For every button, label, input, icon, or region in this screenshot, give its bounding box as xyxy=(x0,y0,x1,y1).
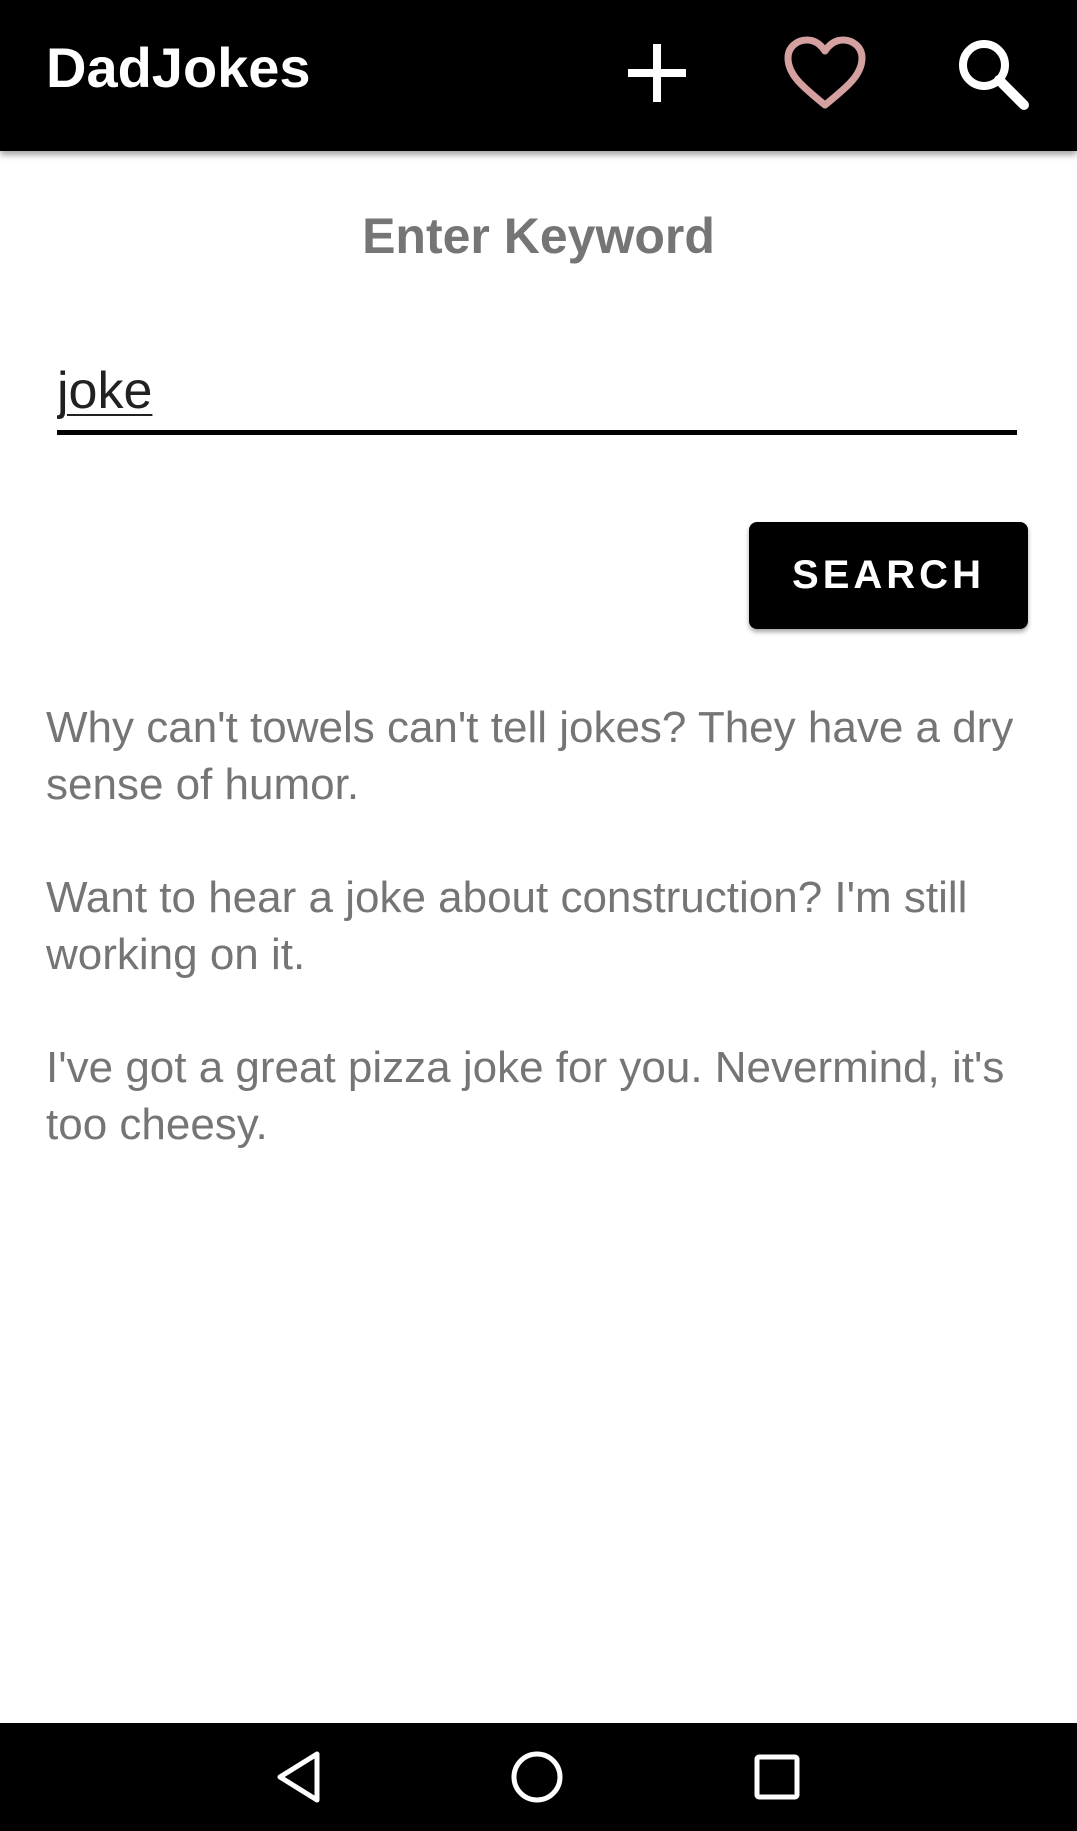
add-joke-button[interactable] xyxy=(612,28,702,118)
back-triangle-icon xyxy=(277,1751,320,1803)
search-button[interactable]: SEARCH xyxy=(749,522,1028,629)
keyword-field[interactable] xyxy=(57,351,1017,435)
keyword-input[interactable] xyxy=(57,351,1017,430)
search-screen: Enter Keyword SEARCH Why can't towels ca… xyxy=(0,151,1077,1723)
home-button[interactable] xyxy=(507,1747,567,1807)
heart-icon xyxy=(784,36,866,109)
joke-item: Why can't towels can't tell jokes? They … xyxy=(46,703,1014,809)
system-nav-bar xyxy=(0,1723,1077,1831)
recents-square-icon xyxy=(754,1754,800,1800)
joke-item: Want to hear a joke about construction? … xyxy=(46,873,968,979)
app-bar: DadJokes xyxy=(0,0,1077,151)
plus-icon xyxy=(628,44,686,102)
favorites-button[interactable] xyxy=(780,28,870,118)
search-toolbar-button[interactable] xyxy=(947,28,1037,118)
search-icon xyxy=(959,40,1029,110)
back-button[interactable] xyxy=(268,1747,328,1807)
app-title: DadJokes xyxy=(46,36,311,99)
home-circle-icon xyxy=(511,1751,563,1803)
recents-button[interactable] xyxy=(747,1747,807,1807)
keyword-heading: Enter Keyword xyxy=(362,208,715,264)
jokes-list: Why can't towels can't tell jokes? They … xyxy=(46,699,1036,1209)
joke-item: I've got a great pizza joke for you. Nev… xyxy=(46,1043,1005,1149)
